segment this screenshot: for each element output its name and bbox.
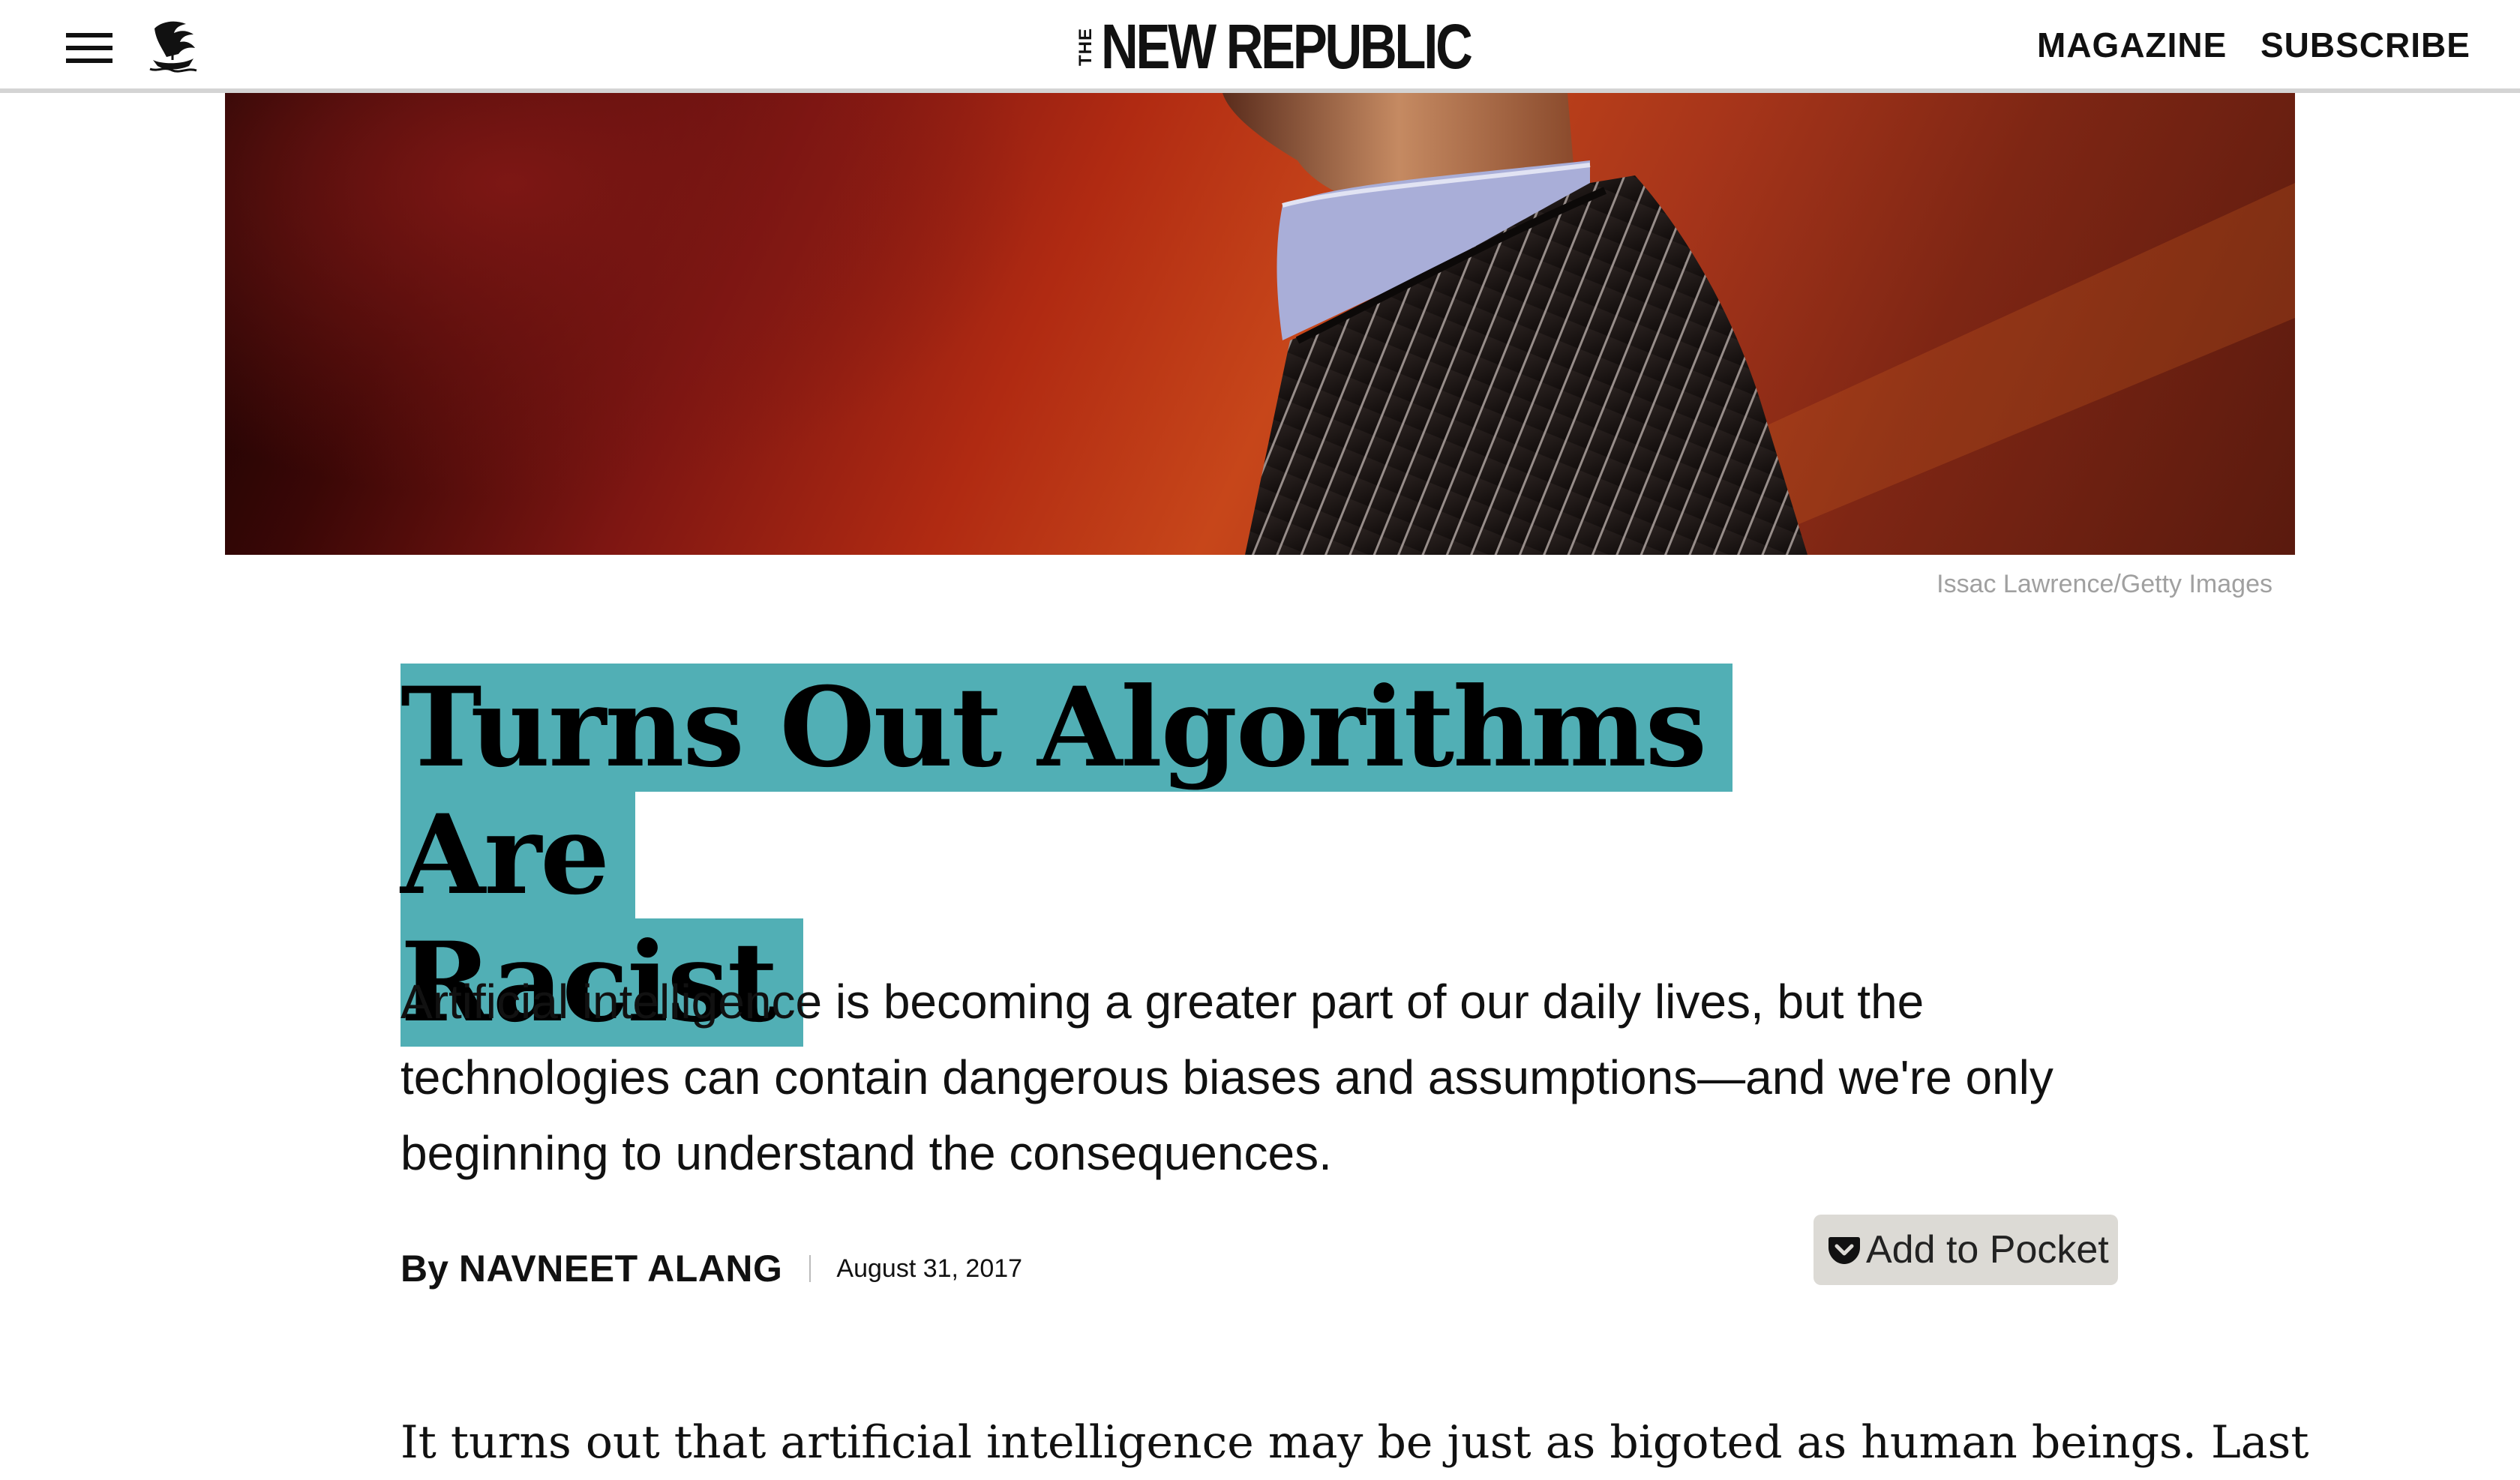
publish-date: August 31, 2017 bbox=[836, 1254, 1023, 1283]
hamburger-menu-icon[interactable] bbox=[66, 33, 112, 63]
pocket-icon bbox=[1828, 1237, 1860, 1264]
hero-image bbox=[225, 93, 2295, 555]
masthead-prefix: THE bbox=[1076, 27, 1096, 66]
nav-subscribe-link[interactable]: SUBSCRIBE bbox=[2260, 22, 2470, 67]
masthead-name: NEW REPUBLIC bbox=[1101, 11, 1473, 82]
site-header: THE NEW REPUBLIC MAGAZINE SUBSCRIBE bbox=[0, 0, 2520, 93]
pocket-label: Add to Pocket bbox=[1866, 1228, 2109, 1272]
hero-figure-illustration bbox=[1222, 93, 2295, 555]
byline-divider bbox=[809, 1255, 812, 1282]
byline-prefix: By bbox=[400, 1248, 448, 1290]
add-to-pocket-button[interactable]: Add to Pocket bbox=[1814, 1215, 2118, 1285]
ship-logo-icon[interactable] bbox=[146, 18, 200, 73]
nav-magazine-link[interactable]: MAGAZINE bbox=[2037, 22, 2227, 67]
article-dek: Artificial intelligence is becoming a gr… bbox=[400, 975, 2054, 1180]
byline: By NAVNEET ALANG August 31, 2017 bbox=[400, 1239, 1022, 1299]
article-body-first-line: It turns out that artificial intelligenc… bbox=[400, 1416, 2309, 1469]
headline-line-1: Turns Out Algorithms Are bbox=[400, 664, 1732, 919]
masthead-logo[interactable]: THE NEW REPUBLIC bbox=[1076, 11, 1552, 82]
author-link[interactable]: NAVNEET ALANG bbox=[459, 1247, 783, 1290]
photo-credit: Issac Lawrence/Getty Images bbox=[1936, 570, 2272, 598]
